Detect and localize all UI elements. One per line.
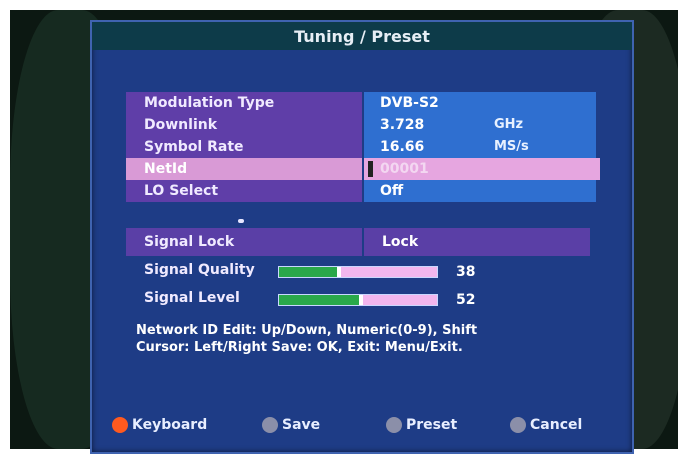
signal-quality-value: 38 xyxy=(456,264,476,280)
field-value-downlink[interactable]: 3.728 GHz xyxy=(364,114,596,136)
signal-quality-meter xyxy=(278,266,438,278)
field-label-lo-select: LO Select xyxy=(126,180,362,202)
signal-level-label: Signal Level xyxy=(144,290,240,306)
field-value-symbol-rate[interactable]: 16.66 MS/s xyxy=(364,136,596,158)
preset-button[interactable]: Preset xyxy=(386,414,457,436)
field-unit: MS/s xyxy=(494,139,529,154)
field-value-modulation-type[interactable]: DVB-S2 xyxy=(364,92,596,114)
red-circle-icon xyxy=(112,417,128,433)
signal-lock-label: Signal Lock xyxy=(126,228,362,256)
signal-level-value: 52 xyxy=(456,292,476,308)
panel-title: Tuning / Preset xyxy=(92,22,632,50)
bottom-button-bar: Keyboard Save Preset Cancel xyxy=(106,414,626,438)
cancel-button[interactable]: Cancel xyxy=(510,414,582,436)
help-line-2: Cursor: Left/Right Save: OK, Exit: Menu/… xyxy=(136,340,463,355)
signal-level-marker xyxy=(359,295,364,305)
save-button[interactable]: Save xyxy=(262,414,320,436)
keyboard-button-label: Keyboard xyxy=(132,417,208,433)
signal-quality-marker xyxy=(337,267,342,277)
field-value-text: DVB-S2 xyxy=(380,95,439,111)
help-text: Network ID Edit: Up/Down, Numeric(0-9), … xyxy=(136,322,596,356)
signal-quality-label: Signal Quality xyxy=(144,262,255,278)
field-value-netid[interactable]: 00001 xyxy=(364,158,600,180)
keyboard-button[interactable]: Keyboard xyxy=(112,414,207,436)
field-value-text: 16.66 xyxy=(380,139,425,155)
tuning-preset-panel: Tuning / Preset Modulation Type DVB-S2 D… xyxy=(90,20,634,454)
field-label-netid: NetId xyxy=(126,158,362,180)
field-value-lo-select[interactable]: Off xyxy=(364,180,596,202)
cancel-button-label: Cancel xyxy=(530,417,583,433)
text-cursor xyxy=(368,161,373,177)
field-value-text: 00001 xyxy=(380,161,429,177)
signal-quality-fill xyxy=(279,267,340,277)
field-unit: GHz xyxy=(494,117,524,132)
preset-button-label: Preset xyxy=(406,417,458,433)
field-value-text: Off xyxy=(380,183,404,199)
field-value-text: 3.728 xyxy=(380,117,425,133)
field-label-symbol-rate: Symbol Rate xyxy=(126,136,362,158)
scroll-down-indicator xyxy=(238,219,244,223)
gray-circle-icon xyxy=(510,417,526,433)
gray-circle-icon xyxy=(262,417,278,433)
gray-circle-icon xyxy=(386,417,402,433)
field-label-modulation-type: Modulation Type xyxy=(126,92,362,114)
save-button-label: Save xyxy=(282,417,321,433)
field-label-downlink: Downlink xyxy=(126,114,362,136)
signal-lock-value: Lock xyxy=(364,228,590,256)
signal-level-meter xyxy=(278,294,438,306)
help-line-1: Network ID Edit: Up/Down, Numeric(0-9), … xyxy=(136,323,478,338)
signal-level-fill xyxy=(279,295,362,305)
